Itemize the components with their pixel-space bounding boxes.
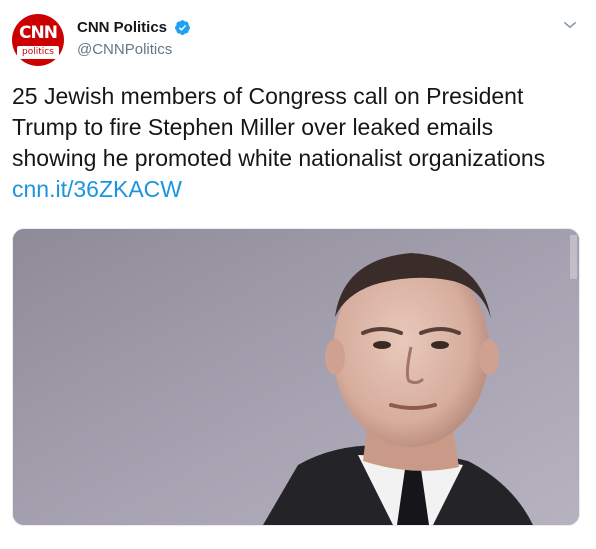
tweet-text-line-1: 25 Jewish members of Congress call on Pr…	[12, 83, 524, 109]
chevron-down-icon[interactable]	[561, 16, 579, 34]
verified-badge-icon	[175, 20, 190, 35]
tweet-text: 25 Jewish members of Congress call on Pr…	[12, 81, 586, 205]
portrait-photo	[13, 229, 579, 525]
avatar[interactable]: CNN politics	[12, 14, 64, 66]
tweet-card: CNN politics CNN Politics @CNNPolitics 2…	[0, 0, 596, 549]
avatar-logo-subtext: politics	[17, 46, 59, 59]
tweet-text-line-2: Trump to fire Stephen Miller over leaked…	[12, 114, 494, 140]
tweet-media-image[interactable]	[12, 228, 580, 526]
account-handle[interactable]: @CNNPolitics	[77, 41, 172, 58]
tweet-link[interactable]: cnn.it/36ZKACW	[12, 174, 586, 205]
avatar-logo-text: CNN	[19, 23, 58, 43]
photo-credit-watermark	[570, 235, 577, 279]
display-name[interactable]: CNN Politics	[77, 19, 167, 36]
tweet-text-line-3: showing he promoted white nationalist or…	[12, 145, 546, 171]
